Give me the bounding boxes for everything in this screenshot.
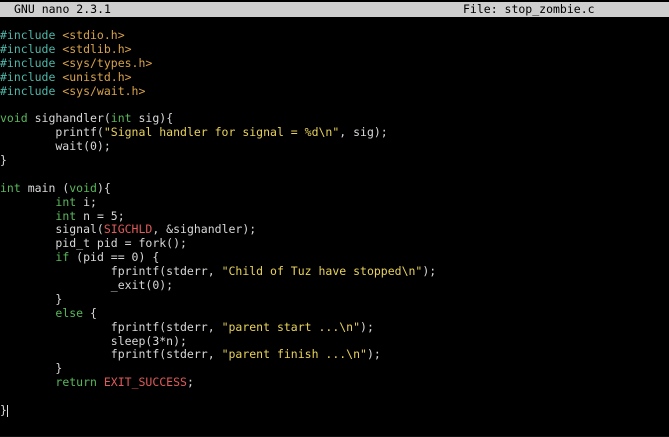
text-cursor [6, 404, 8, 417]
code-token: ){ [96, 180, 111, 195]
code-token: signal( [0, 222, 104, 237]
code-token: else [55, 305, 84, 320]
code-token: #include [0, 41, 63, 56]
code-token: i; [76, 194, 97, 209]
code-line: return EXIT_SUCCESS; [0, 375, 669, 390]
code-token: <sys/types.h> [62, 55, 153, 70]
code-token: <stdio.h> [62, 28, 125, 42]
code-token: pid_t pid = fork(); [0, 236, 187, 251]
nano-title-bar: GNU nano 2.3.1 File: stop_zombie.c [0, 2, 669, 17]
code-token: <stdlib.h> [62, 41, 132, 56]
code-line: printf("Signal handler for signal = %d\n… [0, 125, 669, 140]
code-token: { [83, 305, 97, 320]
code-token: ); [366, 347, 381, 362]
code-token: <unistd.h> [62, 69, 132, 84]
code-token: ); [360, 319, 374, 334]
code-token: "parent start ...\n" [221, 319, 361, 334]
file-name-label: File: stop_zombie.c [463, 2, 595, 16]
code-line: } [0, 361, 669, 376]
code-token: } [0, 153, 7, 168]
code-token: int [55, 208, 77, 223]
code-token: fprintf(stderr, [0, 264, 222, 279]
code-token: } [0, 361, 63, 376]
code-line: #include <sys/types.h> [0, 55, 669, 71]
code-line: _exit(0); [0, 278, 669, 293]
code-token: sleep(3*n); [0, 333, 187, 348]
code-token: "Child of Tuz have stopped\n" [221, 264, 423, 279]
code-editor-area[interactable]: #include <stdio.h> #include <stdlib.h> #in… [0, 28, 669, 418]
code-line: #include <stdio.h> [0, 28, 669, 43]
code-token: #include [0, 55, 63, 70]
code-line: void sighandler(int sig){ [0, 111, 669, 126]
code-token: printf( [0, 125, 104, 140]
code-line: int main (void){ [0, 180, 669, 196]
code-line: int i; [0, 194, 669, 210]
code-line: } [0, 291, 669, 307]
code-token: EXIT_SUCCESS [103, 375, 187, 390]
code-token: , &sighandler); [152, 222, 257, 237]
code-token: #include [0, 28, 63, 42]
code-token: _exit(0); [0, 278, 174, 293]
code-token: void [69, 180, 97, 195]
code-token: "Signal handler for signal = %d\n" [103, 125, 340, 140]
code-token: SIGCHLD [103, 222, 153, 237]
code-line: #include <unistd.h> [0, 69, 669, 85]
code-token: } [0, 291, 63, 306]
code-line: } [0, 153, 669, 168]
code-line: if (pid == 0) { [0, 250, 669, 265]
app-version-label: GNU nano 2.3.1 [14, 2, 111, 16]
code-token: , sig); [339, 125, 388, 140]
code-token: #include [0, 83, 63, 98]
code-token: wait(0); [0, 139, 111, 154]
code-token: <sys/wait.h> [62, 83, 146, 98]
code-token: void [0, 111, 28, 126]
code-line: fprintf(stderr, "parent finish ...\n"); [0, 348, 669, 362]
code-token: (pid == 0) { [69, 250, 160, 265]
code-token: ; [186, 375, 194, 390]
code-line: sleep(3*n); [0, 333, 669, 349]
code-token: if [55, 250, 70, 265]
code-token: return [55, 375, 97, 390]
code-token: main ( [20, 180, 70, 195]
code-token: int [110, 111, 132, 126]
code-line: wait(0); [0, 139, 669, 154]
code-token: int [55, 194, 77, 209]
code-token: fprintf(stderr, [0, 347, 222, 362]
code-line: else { [0, 305, 669, 321]
code-token: ); [422, 264, 437, 279]
code-line: signal(SIGCHLD, &sighandler); [0, 223, 669, 237]
code-line: fprintf(stderr, "parent start ...\n"); [0, 319, 669, 335]
code-token: #include [0, 69, 63, 84]
code-token: "parent finish ...\n" [221, 347, 367, 362]
code-token: } [0, 403, 7, 418]
code-token: int [0, 180, 21, 195]
code-token: sig){ [131, 111, 174, 126]
code-line: #include <stdlib.h> [0, 41, 669, 57]
code-line: pid_t pid = fork(); [0, 236, 669, 251]
code-token: fprintf(stderr, [0, 319, 222, 334]
code-line: } [0, 403, 669, 418]
code-token: sighandler( [27, 111, 111, 126]
code-line: fprintf(stderr, "Child of Tuz have stopp… [0, 264, 669, 279]
code-line: #include <sys/wait.h> [0, 83, 669, 99]
code-line: int n = 5; [0, 208, 669, 224]
code-token: n = 5; [76, 208, 125, 223]
